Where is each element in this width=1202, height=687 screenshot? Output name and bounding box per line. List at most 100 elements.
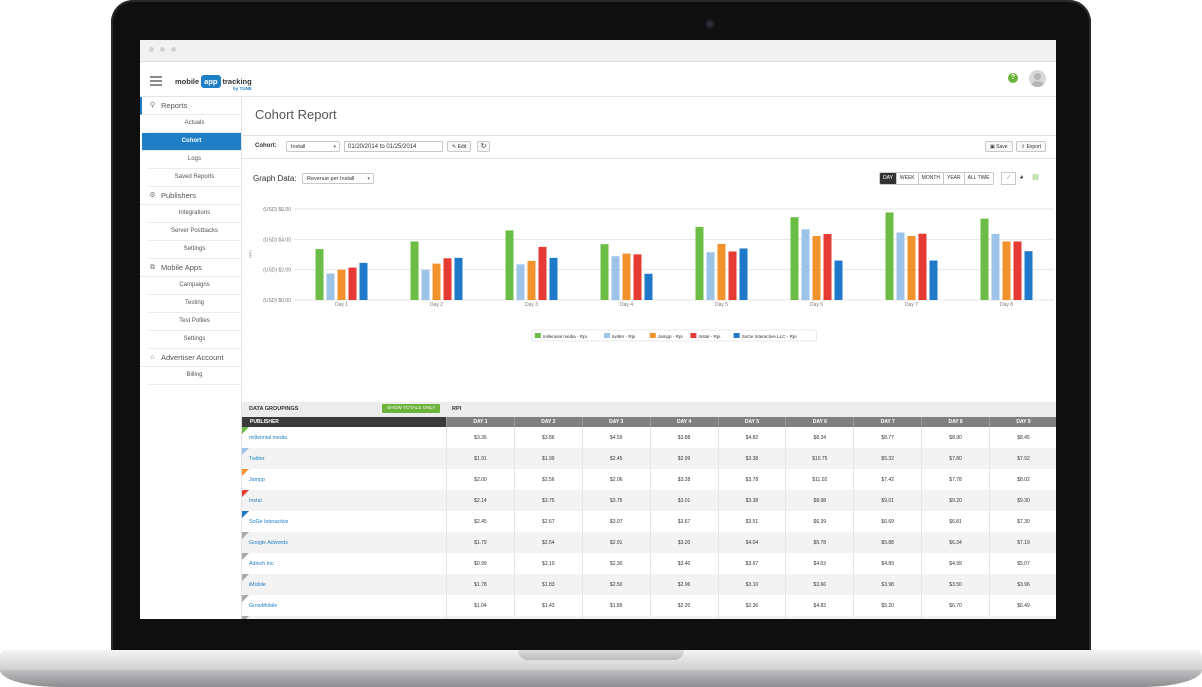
table-row: Instal $2.14 $3.75 $3.75 $3.01 $3.38 $8.98 $9.0…: [242, 490, 1056, 511]
window-dot-icon[interactable]: [149, 47, 154, 52]
sidebar-item-saved-reports[interactable]: Saved Reports: [148, 169, 241, 187]
rpi-cell: $4.99: [921, 553, 990, 574]
date-range-input[interactable]: 01/20/2014 to 01/25/2014: [344, 141, 443, 152]
edit-button[interactable]: ✎ Edit: [447, 141, 472, 152]
avatar[interactable]: [1029, 70, 1046, 87]
show-totals-button[interactable]: SHOW TOTALS ONLY: [382, 404, 441, 413]
publisher-name[interactable]: Twitter: [242, 448, 447, 469]
mobile-app-tracking-logo[interactable]: mobile app tracking by TUNE: [175, 71, 252, 91]
day-column-header[interactable]: DAY 8: [921, 417, 990, 427]
sidebar-item-cohort[interactable]: Cohort: [142, 133, 241, 151]
publisher-name[interactable]: iMobile: [242, 574, 447, 595]
rpi-cell: $8.98: [785, 490, 855, 511]
legend-swatch: [733, 333, 740, 338]
period-year-button[interactable]: YEAR: [943, 173, 964, 184]
bar: [823, 234, 832, 300]
publisher-name[interactable]: SoGe Interactive: [242, 511, 447, 532]
help-icon[interactable]: ?: [1008, 73, 1018, 83]
sidebar-item-campaigns[interactable]: Campaigns: [148, 277, 241, 295]
rpi-cell: $3.07: [582, 511, 651, 532]
sidebar-item-actuals[interactable]: Actuals: [148, 115, 241, 133]
bar: [896, 232, 905, 300]
rpi-cell: $2.67: [514, 511, 583, 532]
sidebar-group-advertiser-account[interactable]: ⌂ Advertiser Account: [140, 349, 241, 367]
bar: [611, 256, 620, 300]
window-dot-icon[interactable]: [160, 47, 165, 52]
sidebar-item-testing[interactable]: Testing: [148, 295, 241, 313]
bar: [622, 253, 631, 300]
publisher-name[interactable]: Adinch Inc: [242, 553, 447, 574]
sidebar-item-settings[interactable]: Settings: [148, 241, 241, 259]
day-column-header[interactable]: DAY 7: [853, 417, 923, 427]
sidebar-group-reports[interactable]: ⚲ Reports: [140, 97, 241, 115]
period-month-button[interactable]: MONTH: [917, 173, 943, 184]
window-dot-icon[interactable]: [171, 47, 176, 52]
sidebar-item-integrations[interactable]: Integrations: [148, 205, 241, 223]
graph-data-select[interactable]: Revenue per Install: [302, 173, 374, 185]
rpi-cell: $3.01: [650, 490, 719, 511]
rpi-cell: $3.78: [718, 469, 787, 490]
day-column-header[interactable]: DAY 3: [582, 417, 651, 427]
bar: [801, 229, 810, 300]
logo-text: mobile: [175, 76, 200, 86]
publisher-column-header[interactable]: PUBLISHER: [242, 417, 447, 427]
publisher-name[interactable]: Instal: [242, 490, 447, 511]
day-column-header[interactable]: DAY 2: [514, 417, 583, 427]
save-button[interactable]: ▣ Save: [985, 141, 1013, 152]
y-tick-label: (USD) $4.00: [263, 237, 291, 243]
bar: [980, 218, 989, 300]
period-week-button[interactable]: WEEK: [895, 173, 918, 184]
cohort-select[interactable]: Install: [286, 141, 340, 153]
rpi-cell: $1.91: [446, 448, 515, 469]
y-axis-label: RPI: [248, 250, 253, 258]
sidebar-item-billing[interactable]: Billing: [148, 367, 241, 385]
publisher-name[interactable]: GrowMobile: [242, 595, 447, 616]
publisher-name[interactable]: Jampp: [242, 469, 447, 490]
rpi-cell: $4.03: [785, 553, 855, 574]
bar: [812, 235, 821, 300]
rpi-cell: $8.02: [989, 469, 1056, 490]
day-column-header[interactable]: DAY 4: [650, 417, 719, 427]
bar-chart-icon[interactable]: ▤: [1029, 172, 1042, 183]
sidebar-item-test-pofiles[interactable]: Test Pofiles: [148, 313, 241, 331]
publisher-name[interactable]: millennial media: [242, 427, 447, 448]
rpi-cell: $2.20: [650, 595, 719, 616]
day-column-header[interactable]: DAY 9: [989, 417, 1056, 427]
rpi-cell: $4.82: [718, 427, 787, 448]
rpi-cell: $3.67: [718, 553, 787, 574]
bar: [706, 252, 715, 300]
sidebar-item-settings[interactable]: Settings: [148, 331, 241, 349]
sidebar-group-mobile-apps[interactable]: ⧉ Mobile Apps: [140, 259, 241, 277]
legend-swatch: [690, 333, 697, 338]
bar: [1024, 251, 1033, 300]
rpi-cell: $4.89: [853, 553, 923, 574]
export-label: Export: [1026, 144, 1042, 150]
rpi-cell: $5.07: [989, 553, 1056, 574]
rpi-cell: $5.20: [853, 595, 923, 616]
rpi-cell: $7.78: [921, 469, 990, 490]
sidebar: ⚲ Reports Actuals Cohort Logs Saved Reports ⚙ P…: [140, 97, 242, 619]
publisher-name[interactable]: AdColony: [242, 616, 447, 619]
rpi-cell: $1.89: [582, 595, 651, 616]
camera-icon: [705, 19, 715, 29]
menu-icon[interactable]: [150, 76, 162, 86]
publisher-name[interactable]: Google Adwords: [242, 532, 447, 553]
rpi-cell: $3.40: [650, 553, 719, 574]
refresh-icon[interactable]: ↻: [477, 141, 490, 152]
rpi-cell: $8.34: [785, 427, 855, 448]
day-column-header[interactable]: DAY 1: [446, 417, 515, 427]
line-chart-icon[interactable]: ⟋: [1001, 172, 1016, 185]
period-all-time-button[interactable]: ALL TIME: [963, 173, 993, 184]
bar: [538, 246, 547, 300]
pie-chart-icon[interactable]: ◕: [1015, 172, 1028, 183]
sidebar-item-logs[interactable]: Logs: [148, 151, 241, 169]
day-column-header[interactable]: DAY 6: [785, 417, 855, 427]
day-column-header[interactable]: DAY 5: [718, 417, 787, 427]
period-day-button[interactable]: DAY: [880, 173, 896, 184]
export-button[interactable]: ⇪ Export: [1016, 141, 1047, 152]
color-flag-icon: [242, 532, 249, 539]
sidebar-group-publishers[interactable]: ⚙ Publishers: [140, 187, 241, 205]
sidebar-item-server-postbacks[interactable]: Server Postbacks: [148, 223, 241, 241]
cohort-toolbar: Cohort: Install 01/20/2014 to 01/25/2014…: [242, 140, 1056, 154]
bar: [432, 263, 441, 300]
